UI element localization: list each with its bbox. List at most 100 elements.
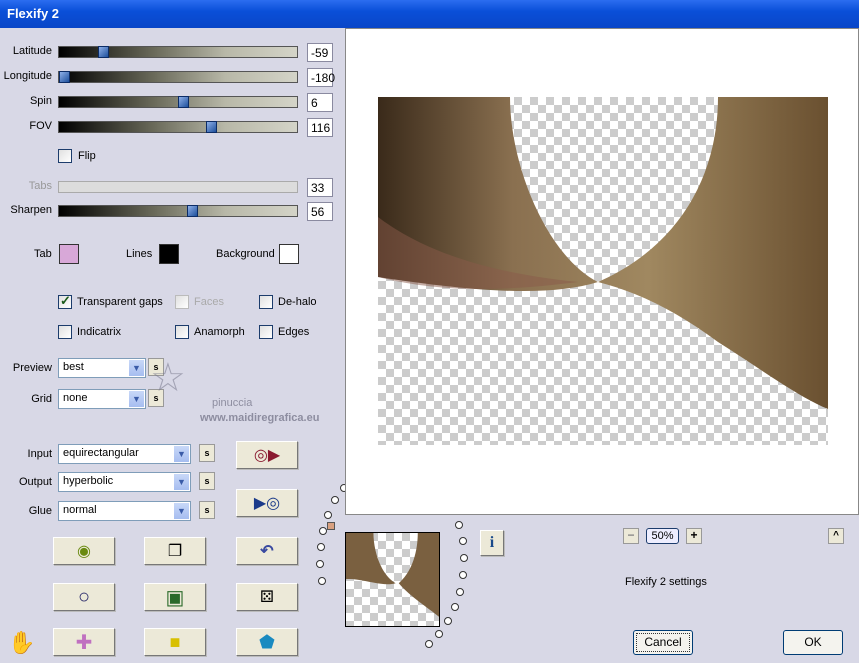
sharpen-slider-thumb[interactable] (187, 205, 199, 217)
chevron-down-icon[interactable]: ▼ (129, 391, 144, 407)
randomize-button[interactable]: ◉ (53, 537, 115, 565)
glue-select[interactable]: normal ▼ (58, 501, 191, 521)
dice-icon: ⚄ (260, 589, 274, 606)
anamorph-box[interactable] (175, 325, 189, 339)
preview-select[interactable]: best ▼ (58, 358, 146, 378)
thumbnail-preview[interactable] (345, 532, 440, 627)
orbit-dot[interactable] (456, 587, 465, 596)
thumbnail-image (346, 533, 439, 617)
preview-image[interactable] (378, 97, 828, 445)
latitude-slider[interactable] (58, 46, 298, 58)
transparent-gaps-label: Transparent gaps (77, 296, 163, 308)
ring-icon: ○ (77, 585, 91, 608)
collapse-button[interactable]: ^ (828, 528, 844, 544)
orbit-dot[interactable] (455, 520, 464, 529)
preview-label: Preview (12, 362, 52, 374)
chevron-down-icon[interactable]: ▼ (129, 360, 144, 376)
input-label: Input (27, 448, 52, 460)
fov-slider[interactable] (58, 121, 298, 133)
chevron-down-icon[interactable]: ▼ (174, 503, 189, 519)
dice-button[interactable]: ⚄ (236, 583, 298, 611)
pentagon-icon: ⬟ (259, 631, 275, 652)
edges-label: Edges (278, 326, 310, 338)
input-value: equirectangular (63, 447, 139, 459)
orbit-dot[interactable] (324, 510, 333, 519)
ring-button[interactable]: ○ (53, 583, 115, 611)
chevron-down-icon[interactable]: ▼ (174, 474, 189, 490)
orbit-dot[interactable] (424, 639, 433, 648)
grid-label: Grid (31, 393, 52, 405)
longitude-slider[interactable] (58, 71, 298, 83)
tabs-label: Tabs (28, 180, 52, 192)
pentagon-button[interactable]: ⬟ (236, 628, 298, 656)
flip-box[interactable] (58, 149, 72, 163)
longitude-slider-thumb[interactable] (59, 71, 70, 83)
cross-button[interactable]: ✚ (53, 628, 115, 656)
info-button[interactable]: i (480, 530, 504, 556)
orbit-dot[interactable] (450, 603, 459, 612)
input-select[interactable]: equirectangular ▼ (58, 444, 191, 464)
watermark-star-icon: ☆ (150, 356, 186, 400)
de-halo-box[interactable] (259, 295, 273, 309)
orbit-dot[interactable] (459, 571, 468, 580)
grid-select[interactable]: none ▼ (58, 389, 146, 409)
faces-box[interactable] (175, 295, 189, 309)
orbit-dot[interactable] (459, 554, 468, 563)
fov-slider-thumb[interactable] (205, 121, 217, 133)
cross-icon: ✚ (75, 631, 93, 654)
glue-s-button[interactable]: s (199, 501, 215, 519)
save-preset-button[interactable]: ▶◎ (236, 489, 298, 517)
input-s-button[interactable]: s (199, 444, 215, 462)
zoom-out-button[interactable]: − (623, 528, 639, 544)
tabs-slider[interactable] (58, 181, 298, 193)
fov-label: FOV (29, 120, 52, 132)
orbit-start-marker[interactable] (327, 522, 335, 530)
transparent-gaps-box[interactable] (58, 293, 72, 309)
spin-slider[interactable] (58, 96, 298, 108)
latitude-slider-thumb[interactable] (97, 46, 109, 58)
tab-color-swatch[interactable] (59, 244, 79, 264)
background-color-swatch[interactable] (279, 244, 299, 264)
watermark-line2: www.maidiregrafica.eu (200, 412, 320, 424)
orbit-dot[interactable] (458, 537, 467, 546)
load-preset-button[interactable]: ◎▶ (236, 441, 298, 469)
status-text: Flexify 2 settings (625, 576, 707, 588)
orbit-dot[interactable] (316, 560, 325, 569)
spin-slider-thumb[interactable] (178, 96, 190, 108)
tab-color-label: Tab (34, 248, 52, 260)
sharpen-slider[interactable] (58, 205, 298, 217)
brick-button[interactable]: ■ (144, 628, 206, 656)
watermark-line1: pinuccia (212, 397, 253, 409)
cancel-button[interactable]: Cancel (633, 630, 693, 655)
orbit-dot[interactable] (316, 543, 325, 552)
output-value: hyperbolic (63, 475, 114, 487)
output-s-button[interactable]: s (199, 472, 215, 490)
lines-color-swatch[interactable] (159, 244, 179, 264)
spin-value-field[interactable]: 6 (307, 93, 333, 112)
zoom-in-button[interactable]: + (686, 528, 702, 544)
preview-pane[interactable] (345, 28, 859, 515)
sharpen-value-field[interactable]: 56 (307, 202, 333, 221)
orbit-dot[interactable] (434, 629, 443, 638)
longitude-label: Longitude (3, 70, 52, 82)
brick-icon: ■ (169, 631, 181, 652)
info-icon: i (489, 534, 495, 551)
latitude-label: Latitude (12, 45, 52, 57)
fov-value-field[interactable]: 116 (307, 118, 333, 137)
longitude-value-field[interactable]: -180 (307, 68, 335, 87)
orbit-dot[interactable] (317, 577, 326, 586)
indicatrix-box[interactable] (58, 325, 72, 339)
copy-button[interactable]: ❐ (144, 537, 206, 565)
output-select[interactable]: hyperbolic ▼ (58, 472, 191, 492)
undo-button[interactable]: ↶ (236, 537, 298, 565)
latitude-value-field[interactable]: -59 (307, 43, 333, 62)
orbit-dot[interactable] (319, 526, 328, 535)
edges-box[interactable] (259, 325, 273, 339)
tabs-value-field[interactable]: 33 (307, 178, 333, 197)
flexified-image (378, 97, 828, 409)
square-button[interactable]: ▣ (144, 583, 206, 611)
orbit-dot[interactable] (331, 496, 340, 505)
orbit-dot[interactable] (443, 617, 452, 626)
ok-button[interactable]: OK (783, 630, 843, 655)
chevron-down-icon[interactable]: ▼ (174, 446, 189, 462)
